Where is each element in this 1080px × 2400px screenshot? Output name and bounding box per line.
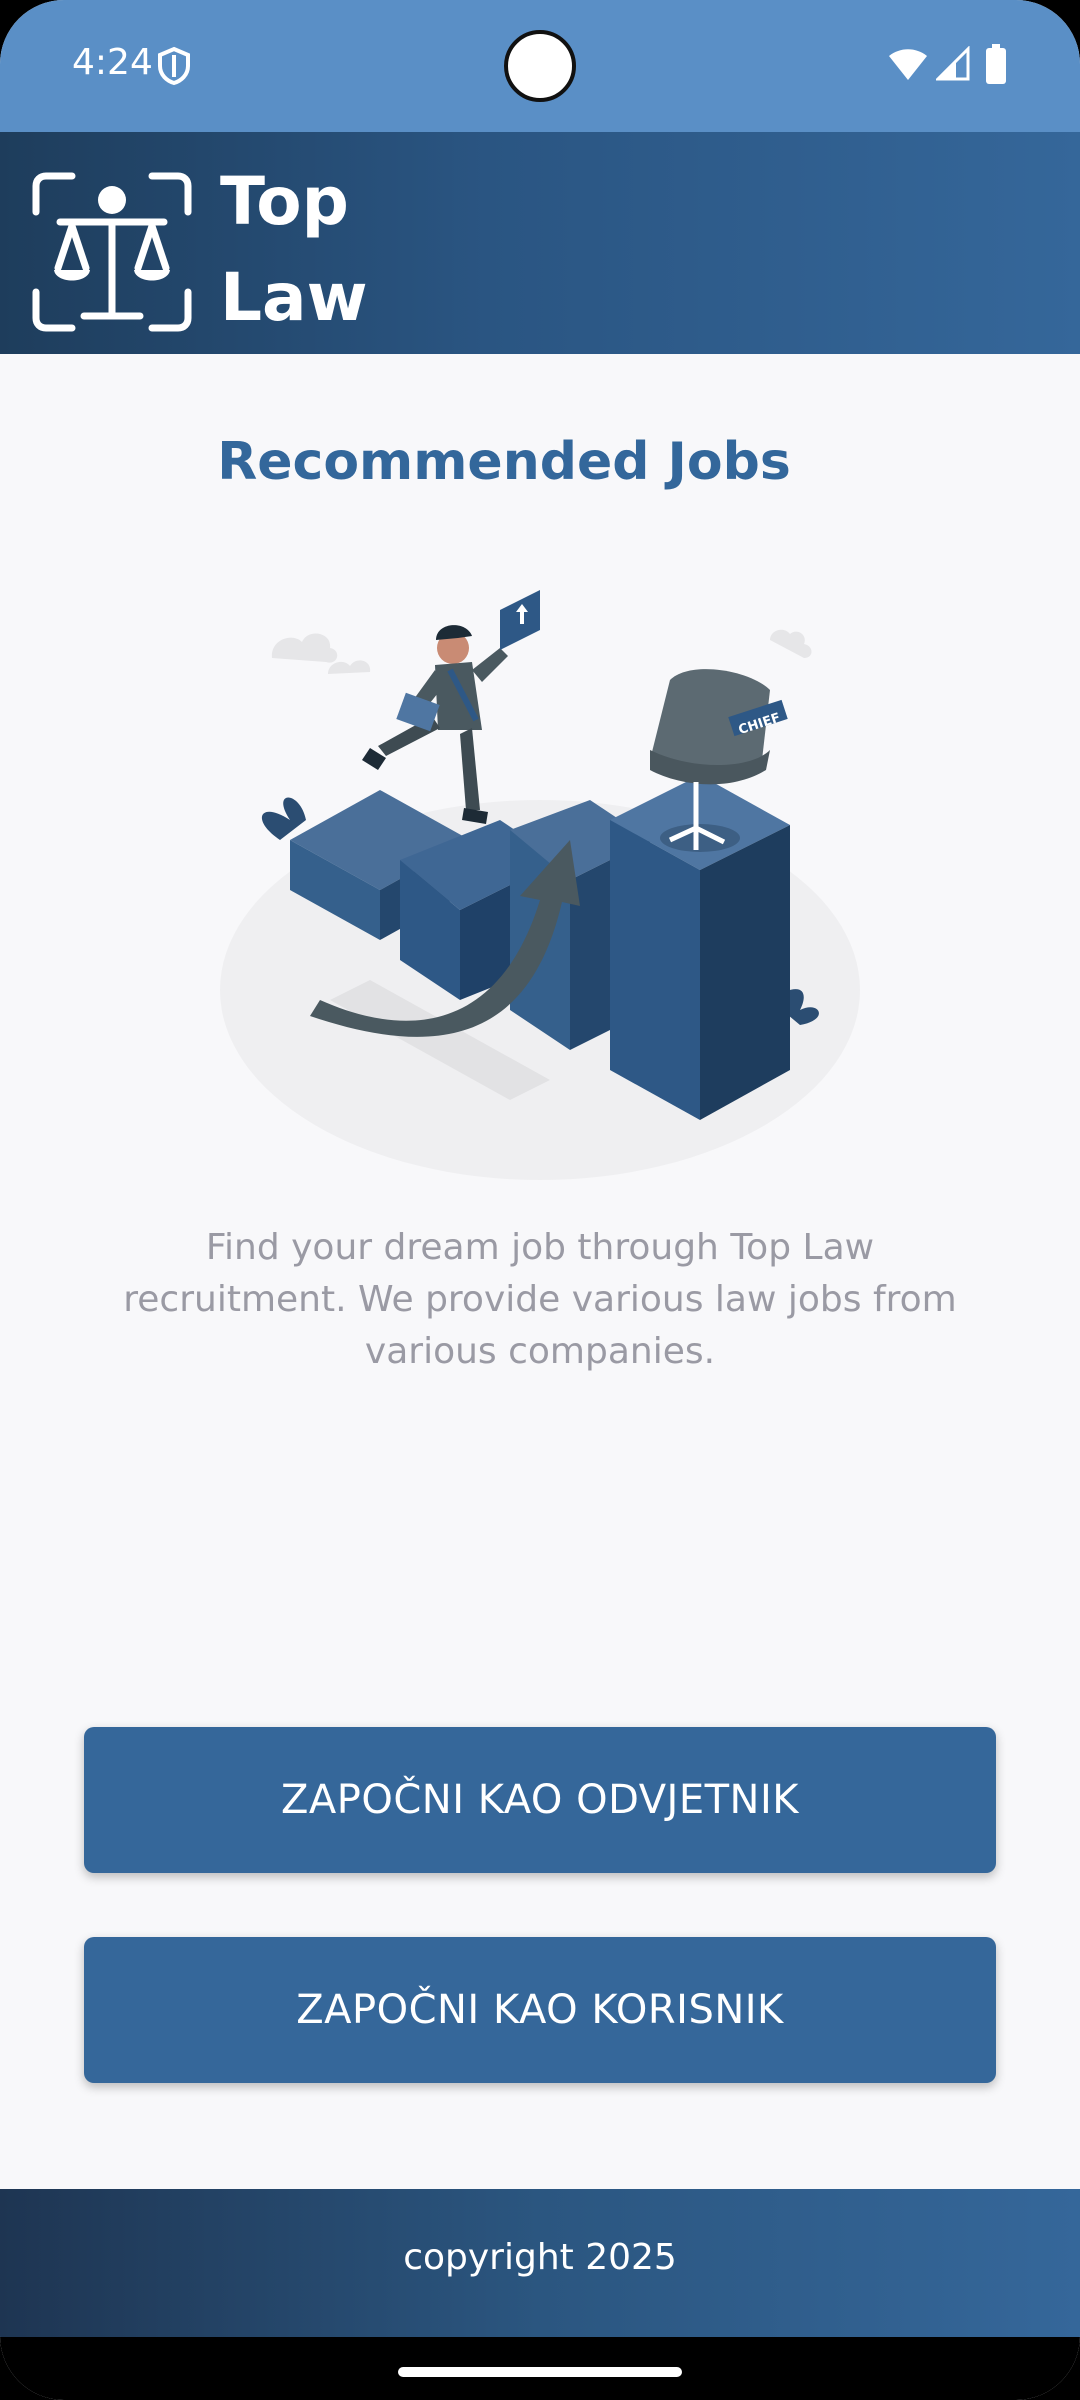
- wifi-icon: [889, 49, 927, 80]
- front-camera: [504, 30, 576, 102]
- copyright-text: copyright 2025: [403, 2237, 677, 2278]
- page-title: Recommended Jobs: [217, 432, 791, 492]
- app-title-line-2: Law: [220, 259, 368, 336]
- start-as-user-button[interactable]: ZAPOČNI KAO KORISNIK: [84, 1937, 996, 2083]
- scales-of-justice-icon: [32, 172, 192, 332]
- app-title-line-1: Top: [220, 163, 349, 240]
- description-text: Find your dream job through Top Law recr…: [123, 1227, 957, 1372]
- footer: copyright 2025: [0, 2189, 1080, 2337]
- app-title: Top Law: [220, 154, 420, 346]
- status-bar: 4:24: [0, 0, 1080, 132]
- start-as-lawyer-button[interactable]: ZAPOČNI KAO ODVJETNIK: [84, 1727, 996, 1873]
- home-handle[interactable]: [398, 2367, 682, 2377]
- battery-icon: [986, 44, 1006, 84]
- app-screen: 4:24 Top Law Recommended Jobs CHIEF Find…: [0, 0, 1080, 2400]
- gesture-nav-area: [0, 2337, 1080, 2400]
- status-time: 4:24: [72, 42, 153, 83]
- career-growth-illustration: CHIEF: [220, 590, 860, 1180]
- signal-icon: [936, 46, 970, 81]
- shield-icon: [158, 46, 190, 86]
- app-header: Top Law: [0, 132, 1080, 354]
